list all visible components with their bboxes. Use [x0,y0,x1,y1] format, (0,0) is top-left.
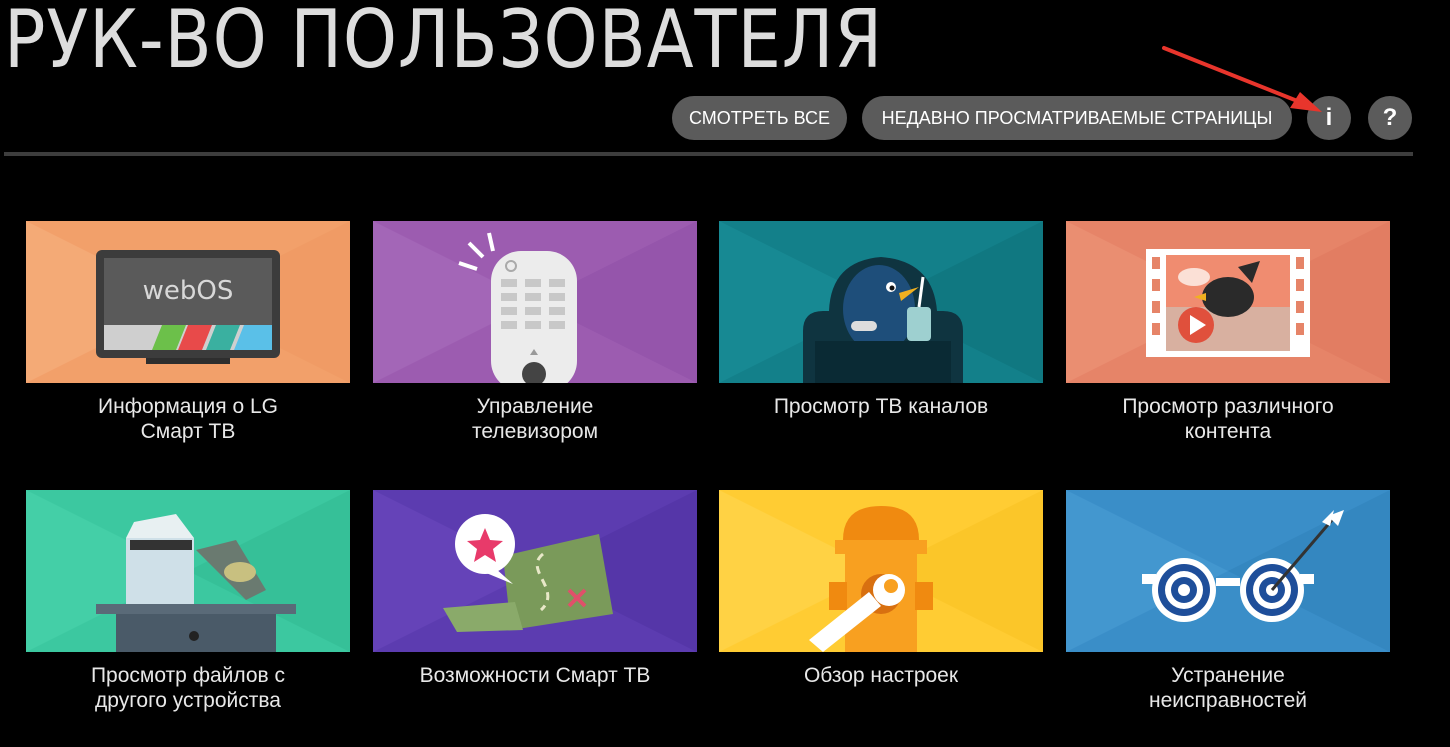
film-strip-icon [1066,221,1390,383]
page-title: РУК-ВО ПОЛЬЗОВАТЕЛЯ [4,0,884,86]
tile-smart-tv-features[interactable] [373,490,697,652]
tile-caption-line: Устранение [1171,664,1285,687]
tile-caption-line: контента [1184,420,1272,443]
map-star-icon [373,490,697,652]
tile-caption-line: другого устройства [95,689,281,712]
tile-lg-smart-tv-info[interactable]: webOS [26,221,350,383]
tile-caption: Просмотр ТВ каналов [711,394,1051,419]
tile-caption: Управление телевизором [365,394,705,444]
tile-various-content[interactable] [1066,221,1390,383]
tile-caption: Просмотр различного контента [1058,394,1398,444]
tile-files-from-device[interactable] [26,490,350,652]
tile-tv-channels[interactable] [719,221,1043,383]
tile-caption: Возможности Смарт ТВ [365,663,705,688]
target-glasses-icon [1066,490,1390,652]
tile-caption-line: Обзор настроек [803,664,959,687]
tile-caption-line: Возможности Смарт ТВ [419,664,651,687]
tv-icon: webOS [26,221,350,383]
tile-caption: Просмотр файлов с другого устройства [18,663,358,713]
tile-troubleshooting[interactable] [1066,490,1390,652]
help-icon: ? [1382,104,1398,131]
tile-caption-line: Информация о LG [98,395,278,418]
penguin-armchair-icon [719,221,1043,383]
tile-tv-control[interactable] [373,221,697,383]
annotation-arrow-icon [1162,46,1322,112]
hydrant-wrench-icon [719,490,1043,652]
tile-caption-line: Просмотр ТВ каналов [773,395,989,418]
remote-control-icon [373,221,697,383]
tile-caption-line: Просмотр различного [1122,395,1334,418]
tv-screen-label: webOS [143,276,234,306]
tile-settings-overview[interactable] [719,490,1043,652]
tile-caption: Информация о LG Смарт ТВ [18,394,358,444]
header-divider [4,152,1413,156]
tile-caption-line: телевизором [471,420,599,443]
computer-devices-icon [26,490,350,652]
tile-caption-line: Смарт ТВ [140,420,236,443]
tile-caption: Обзор настроек [711,663,1051,688]
tile-caption: Устранение неисправностей [1058,663,1398,713]
help-button[interactable]: ? [1368,96,1412,140]
tile-caption-line: неисправностей [1149,689,1307,712]
tile-caption-line: Управление [476,395,594,418]
tile-caption-line: Просмотр файлов с [90,664,286,687]
view-all-button[interactable]: СМОТРЕТЬ ВСЕ [672,96,847,140]
